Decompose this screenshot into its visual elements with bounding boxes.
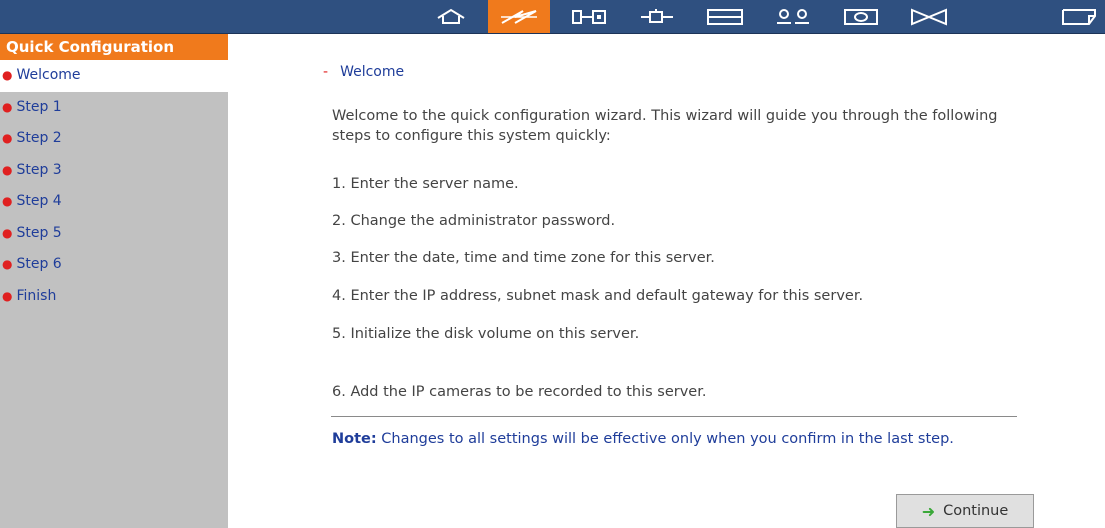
top-navigation-bar — [0, 0, 1105, 34]
step-item-2: 2. Change the administrator password. — [332, 213, 616, 229]
bullet-icon: ● — [2, 68, 13, 82]
divider — [331, 416, 1017, 417]
sidebar-item-label: Step 5 — [16, 224, 62, 241]
sidebar-item-label: Finish — [16, 287, 57, 304]
sidebar-title: Quick Configuration — [0, 34, 228, 60]
step-item-3: 3. Enter the date, time and time zone fo… — [332, 250, 715, 266]
network-icon — [572, 9, 606, 24]
heading-dash: - — [323, 64, 329, 80]
continue-label: Continue — [943, 503, 1009, 519]
note-label: Note: — [332, 431, 377, 447]
sidebar-item-finish[interactable]: ● Finish — [0, 281, 228, 313]
nav-tab-quick-config[interactable] — [488, 0, 550, 33]
bullet-icon: ● — [2, 131, 13, 145]
users-icon — [777, 8, 809, 24]
page-title: Welcome — [340, 64, 405, 80]
nav-tab-network[interactable] — [558, 0, 620, 33]
disk-icon — [707, 8, 743, 25]
nav-tab-home[interactable] — [420, 0, 482, 33]
bullet-icon: ● — [2, 162, 13, 177]
note-message: Changes to all settings will be effectiv… — [376, 431, 954, 447]
device-config-icon — [641, 8, 673, 23]
step-item-5: 5. Initialize the disk volume on this se… — [332, 326, 640, 342]
sidebar-item-step-3[interactable]: ● Step 3 — [0, 155, 228, 187]
home-icon — [437, 8, 465, 24]
sidebar-item-label: Step 4 — [16, 193, 62, 209]
sidebar-item-label: Step 6 — [16, 256, 62, 272]
nav-tab-users[interactable] — [762, 0, 824, 33]
logs-icon — [1061, 8, 1096, 25]
sidebar-item-step-1[interactable]: ● Step 1 — [0, 92, 228, 124]
sidebar-item-step-5[interactable]: ● Step 5 — [0, 218, 228, 250]
bullet-icon: ● — [2, 288, 13, 303]
quick-config-icon — [501, 9, 537, 24]
step-item-6: 6. Add the IP cameras to be recorded to … — [332, 384, 707, 400]
sidebar-item-welcome[interactable]: ● Welcome — [0, 60, 228, 92]
camera-icon — [844, 8, 878, 25]
sidebar-item-label: Step 3 — [16, 161, 62, 178]
bullet-icon: ● — [2, 99, 13, 114]
step-item-4: 4. Enter the IP address, subnet mask and… — [332, 288, 864, 304]
sidebar-item-label: Step 1 — [16, 98, 62, 115]
note-text: Note: Changes to all settings will be ef… — [332, 431, 954, 447]
arrow-right-icon: ➜ — [921, 501, 936, 521]
nav-tab-tools[interactable] — [898, 0, 960, 33]
sidebar-item-label: Welcome — [16, 67, 81, 83]
bullet-icon: ● — [2, 225, 13, 240]
bullet-icon: ● — [2, 194, 13, 208]
sidebar: Quick Configuration ● Welcome ● Step 1 ● St… — [0, 34, 228, 528]
tools-icon — [911, 8, 947, 25]
bullet-icon: ● — [2, 257, 13, 271]
sidebar-item-step-6[interactable]: ● Step 6 — [0, 249, 228, 281]
nav-tab-camera[interactable] — [830, 0, 892, 33]
step-item-1: 1. Enter the server name. — [332, 176, 519, 192]
sidebar-item-label: Step 2 — [16, 130, 62, 146]
sidebar-item-step-4[interactable]: ● Step 4 — [0, 186, 228, 218]
nav-tab-device-config[interactable] — [626, 0, 688, 33]
nav-tab-disk[interactable] — [694, 0, 756, 33]
sidebar-item-step-2[interactable]: ● Step 2 — [0, 123, 228, 155]
continue-button[interactable]: ➜ Continue — [896, 494, 1034, 528]
nav-tab-logs[interactable] — [1050, 0, 1105, 33]
intro-text: Welcome to the quick configuration wizar… — [332, 108, 998, 144]
page-heading: - Welcome — [323, 64, 404, 80]
main-content: - Welcome Welcome to the quick configurat… — [228, 34, 1105, 528]
